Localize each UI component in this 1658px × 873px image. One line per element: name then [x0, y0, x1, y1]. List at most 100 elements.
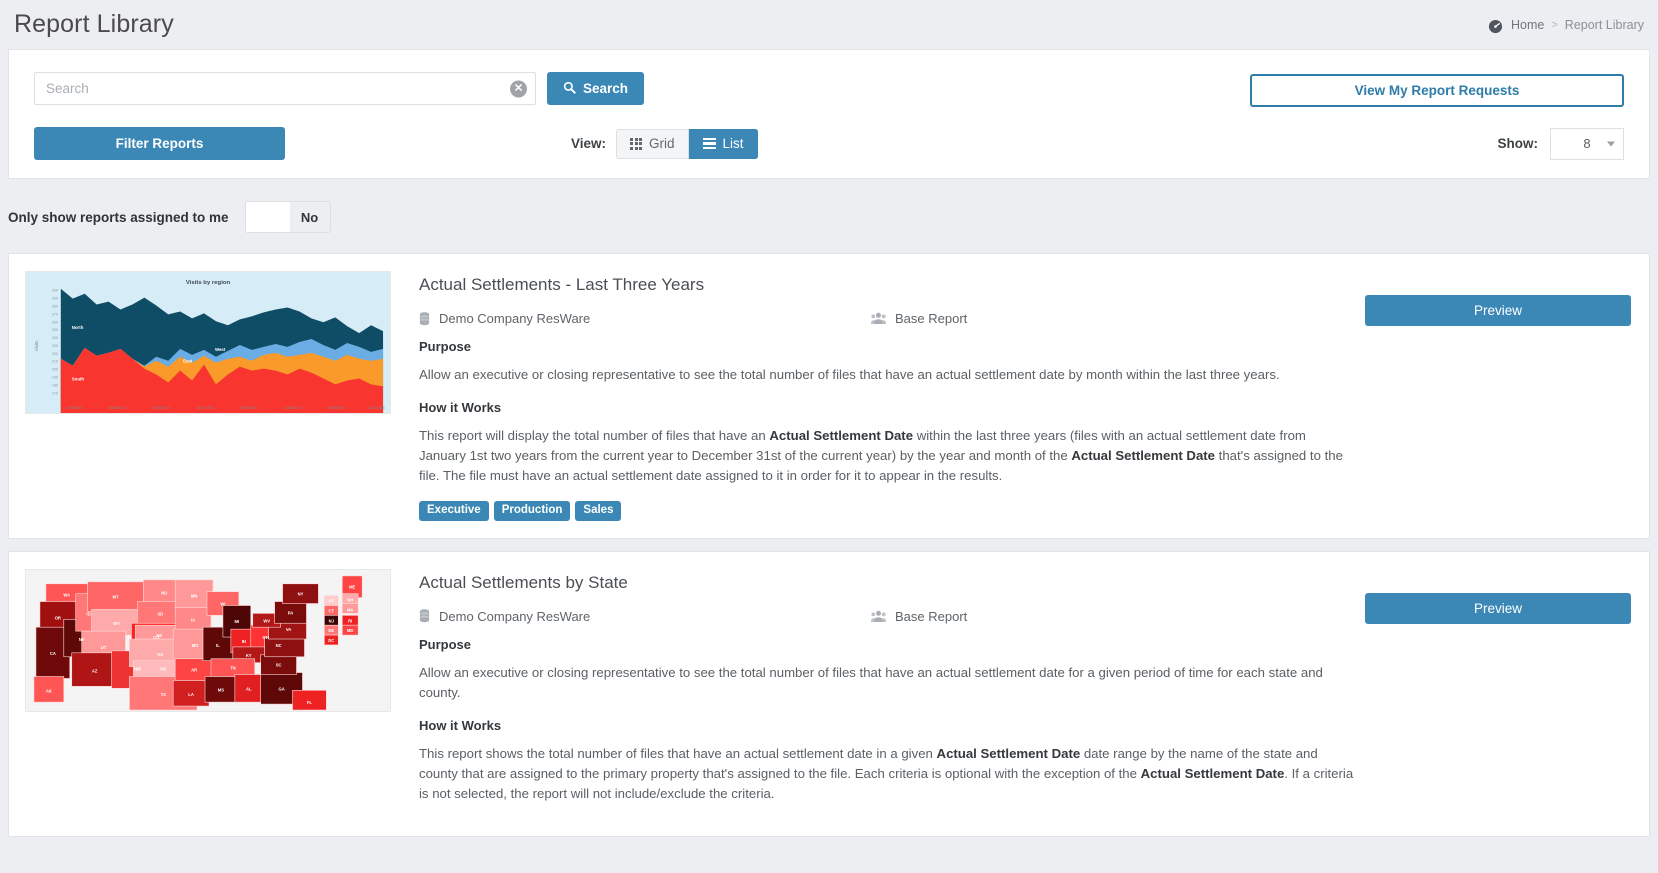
svg-text:09/09/2015: 09/09/2015 [328, 406, 345, 410]
report-card-body: Actual Settlements - Last Three Years De… [391, 271, 1365, 521]
search-button-label: Search [583, 81, 628, 96]
svg-text:WI: WI [220, 601, 225, 606]
report-type-label: Base Report [895, 311, 967, 326]
clear-search-icon[interactable]: ✕ [510, 80, 527, 97]
svg-text:CA: CA [50, 651, 56, 656]
report-card-body: Actual Settlements by State Demo Company… [391, 569, 1365, 819]
report-card[interactable]: WAORCA NVIDMT WYUTAZ NMCOND SDNEKS OKTXM… [8, 551, 1650, 837]
svg-text:180: 180 [52, 383, 58, 387]
report-card-actions: Preview [1365, 271, 1631, 521]
users-icon [871, 312, 886, 325]
view-my-report-requests-button[interactable]: View My Report Requests [1250, 74, 1624, 107]
how-it-works-heading: How it Works [419, 400, 1355, 415]
svg-text:ME: ME [349, 585, 355, 590]
svg-text:190: 190 [52, 376, 58, 380]
svg-text:170: 170 [52, 391, 58, 395]
report-owner-label: Demo Company ResWare [439, 609, 590, 624]
purpose-heading: Purpose [419, 339, 1355, 354]
breadcrumb-home-link[interactable]: Home [1511, 18, 1544, 32]
svg-text:SD: SD [157, 611, 163, 616]
database-icon [419, 609, 430, 623]
svg-text:GA: GA [278, 686, 284, 691]
database-icon [419, 312, 430, 326]
breadcrumb-separator: > [1551, 19, 1557, 31]
view-option-list[interactable]: List [689, 129, 758, 159]
search-area: ✕ Search [34, 72, 644, 105]
preview-button[interactable]: Preview [1365, 593, 1631, 624]
filter-panel-row-bottom: Filter Reports View: Grid List Show: 8 [34, 127, 1624, 160]
svg-text:MD: MD [347, 628, 353, 633]
report-title[interactable]: Actual Settlements - Last Three Years [419, 275, 1355, 295]
svg-text:MS: MS [218, 687, 224, 692]
svg-text:210: 210 [52, 360, 58, 364]
view-option-list-label: List [723, 136, 744, 151]
list-icon [703, 138, 716, 150]
report-card[interactable]: Visits by region Visits 300290280 270260… [8, 253, 1650, 539]
show-count-value: 8 [1583, 136, 1590, 151]
breadcrumb: Home > Report Library [1488, 17, 1644, 32]
svg-text:NY: NY [298, 592, 304, 597]
svg-text:CT: CT [329, 608, 335, 613]
svg-text:TX: TX [161, 692, 167, 697]
svg-text:East: East [183, 359, 193, 364]
report-type-label: Base Report [895, 609, 967, 624]
svg-text:TN: TN [230, 665, 236, 670]
svg-text:NE: NE [156, 633, 162, 638]
svg-text:NH: NH [347, 597, 353, 602]
svg-text:AR: AR [191, 667, 197, 672]
svg-text:OK: OK [160, 666, 166, 671]
report-title[interactable]: Actual Settlements by State [419, 573, 1355, 593]
svg-text:IA: IA [191, 617, 195, 622]
svg-text:IN: IN [242, 639, 246, 644]
show-count-select[interactable]: 8 [1550, 128, 1624, 160]
svg-text:MA: MA [347, 607, 353, 612]
svg-text:North: North [72, 325, 84, 330]
svg-text:AZ: AZ [92, 668, 98, 673]
users-icon [871, 610, 886, 623]
svg-text:IL: IL [216, 643, 220, 648]
svg-text:200: 200 [52, 368, 58, 372]
svg-text:OH: OH [263, 635, 269, 640]
toggle-state-label: No [290, 202, 330, 232]
view-option-grid[interactable]: Grid [616, 129, 689, 159]
search-box: ✕ [34, 72, 536, 105]
search-input[interactable] [34, 72, 536, 105]
svg-text:SC: SC [276, 663, 282, 668]
svg-text:West: West [215, 347, 226, 352]
svg-text:230: 230 [52, 344, 58, 348]
svg-text:260: 260 [52, 320, 58, 324]
how-it-works-text: This report will display the total numbe… [419, 426, 1355, 486]
purpose-text: Allow an executive or closing representa… [419, 365, 1355, 385]
view-switcher: View: Grid List [571, 129, 758, 159]
report-thumbnail-area-chart[interactable]: Visits by region Visits 300290280 270260… [25, 271, 391, 414]
report-tag[interactable]: Production [494, 501, 571, 521]
filter-reports-button[interactable]: Filter Reports [34, 127, 285, 160]
svg-text:06/06/2015: 06/06/2015 [109, 406, 126, 410]
svg-text:ND: ND [161, 591, 167, 596]
svg-text:290: 290 [52, 297, 58, 301]
report-thumbnail-us-map[interactable]: WAORCA NVIDMT WYUTAZ NMCOND SDNEKS OKTXM… [25, 569, 391, 712]
svg-text:WA: WA [63, 593, 70, 598]
report-tag[interactable]: Sales [575, 501, 621, 521]
search-button[interactable]: Search [547, 72, 644, 105]
svg-text:DE: DE [328, 628, 334, 633]
svg-text:300: 300 [52, 289, 58, 293]
report-type: Base Report [871, 311, 967, 326]
view-segmented-control: Grid List [616, 129, 758, 159]
svg-text:South: South [72, 376, 85, 381]
svg-text:MN: MN [191, 594, 197, 599]
svg-text:PA: PA [288, 610, 293, 615]
svg-text:ID: ID [87, 611, 91, 616]
report-tag[interactable]: Executive [419, 501, 489, 521]
assigned-filter-toggle[interactable]: No [245, 201, 331, 233]
report-owner-label: Demo Company ResWare [439, 311, 590, 326]
svg-text:OR: OR [55, 615, 61, 620]
preview-button[interactable]: Preview [1365, 295, 1631, 326]
toggle-knob [246, 202, 290, 232]
svg-text:14/07/2015: 14/07/2015 [197, 406, 214, 410]
filter-panel: ✕ Search View My Report Requests Filter … [8, 49, 1650, 179]
svg-text:KY: KY [246, 653, 252, 658]
show-count-group: Show: 8 [1498, 128, 1625, 160]
svg-text:RI: RI [348, 618, 352, 623]
assigned-filter-row: Only show reports assigned to me No [0, 179, 1658, 253]
